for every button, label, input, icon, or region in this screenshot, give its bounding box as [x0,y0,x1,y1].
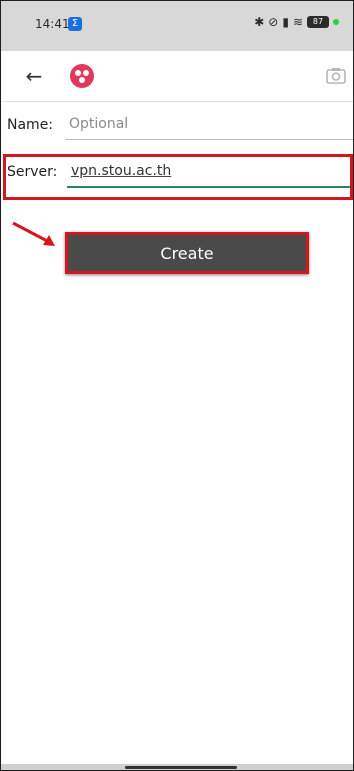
status-icons: ✱ ⊘ ▮ ≋ 87 [254,15,339,29]
server-label: Server: [7,164,58,180]
wifi-icon: ≋ [292,15,303,29]
notification-app-icon: Σ [68,17,82,31]
signal-icon: ▮ [282,15,289,29]
red-pointer-arrow-icon [12,221,55,246]
server-input[interactable] [67,156,353,188]
name-label: Name: [7,117,54,133]
home-indicator[interactable] [125,766,237,769]
phone-screen: 14:41 Σ ✱ ⊘ ▮ ≋ 87 ← Name: Server: [0,0,354,771]
app-bar: ← [1,51,353,102]
charging-indicator-icon [333,19,339,25]
server-row: Server: [1,156,353,190]
bluetooth-icon: ✱ [254,15,265,29]
create-button[interactable]: Create [65,232,309,274]
app-logo-icon [70,64,94,88]
status-bar: 14:41 Σ ✱ ⊘ ▮ ≋ 87 [1,1,353,51]
name-row: Name: [1,109,353,143]
status-time: 14:41 [35,17,70,31]
mute-icon: ⊘ [268,15,279,29]
camera-icon[interactable] [325,65,347,87]
back-arrow-icon[interactable]: ← [19,61,49,91]
navigation-bar [1,764,353,770]
name-input[interactable] [65,109,353,140]
battery-icon: 87 [307,16,329,28]
